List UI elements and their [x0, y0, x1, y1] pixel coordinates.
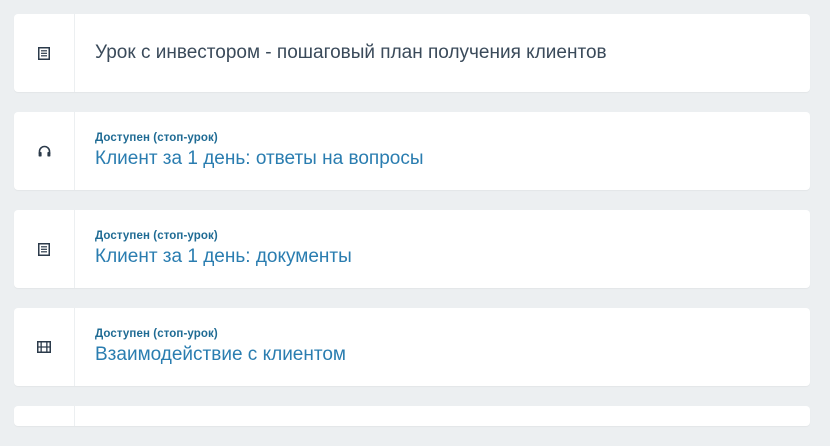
lesson-icon-cell [14, 14, 75, 92]
lesson-item[interactable]: Доступен (стоп-урок) Клиент за 1 день: о… [14, 112, 810, 190]
lesson-icon-cell [14, 210, 75, 288]
lesson-text: Доступен (стоп-урок) Клиент за 1 день: о… [75, 112, 810, 190]
lesson-status: Доступен (стоп-урок) [95, 328, 218, 340]
lesson-icon-cell [14, 112, 75, 190]
lesson-item[interactable]: Доступен (стоп-урок) Клиент за 1 день: д… [14, 210, 810, 288]
film-icon [37, 341, 51, 353]
lesson-item[interactable]: Доступен (стоп-урок) Взаимодействие с кл… [14, 308, 810, 386]
lesson-text: Доступен (стоп-урок) Клиент за 1 день: д… [75, 210, 810, 288]
lesson-title[interactable]: Клиент за 1 день: ответы на вопросы [95, 148, 810, 170]
lesson-item[interactable]: Урок с инвестором - пошаговый план получ… [14, 14, 810, 92]
lesson-title[interactable]: Клиент за 1 день: документы [95, 246, 810, 268]
lesson-list: Урок с инвестором - пошаговый план получ… [14, 14, 810, 446]
document-list-icon [38, 46, 50, 60]
lesson-icon-cell [14, 406, 75, 426]
headphones-icon [38, 145, 50, 157]
lesson-text: Урок с инвестором - пошаговый план получ… [75, 14, 810, 92]
lesson-status: Доступен (стоп-урок) [95, 230, 218, 242]
lesson-status: Доступен (стоп-урок) [95, 132, 218, 144]
lesson-title[interactable]: Урок с инвестором - пошаговый план получ… [95, 42, 810, 64]
document-list-icon [38, 242, 50, 256]
lesson-icon-cell [14, 308, 75, 386]
lesson-item-partial[interactable] [14, 406, 810, 426]
lesson-title[interactable]: Взаимодействие с клиентом [95, 344, 810, 366]
lesson-text: Доступен (стоп-урок) Взаимодействие с кл… [75, 308, 810, 386]
